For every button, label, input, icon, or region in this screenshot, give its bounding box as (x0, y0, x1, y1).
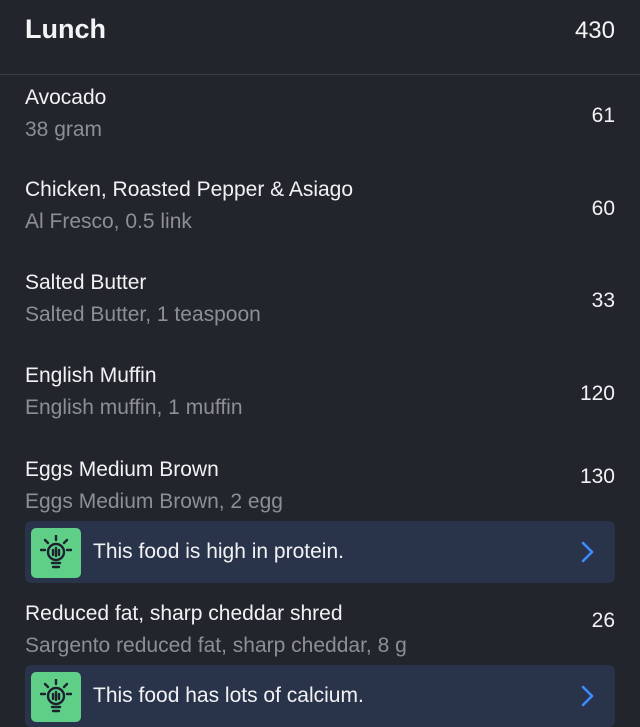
food-calories: 120 (579, 382, 615, 405)
food-calories: 33 (591, 289, 615, 312)
food-detail: Eggs Medium Brown, 2 egg (25, 490, 283, 513)
food-name: Reduced fat, sharp cheddar shred (25, 602, 343, 625)
food-insight-banner[interactable]: This food is high in protein. (25, 521, 615, 583)
food-name: Salted Butter (25, 271, 147, 294)
food-entry-butter[interactable]: Salted Butter Salted Butter, 1 teaspoon … (0, 271, 640, 351)
food-entry-avocado[interactable]: Avocado 38 gram 61 (0, 86, 640, 166)
food-detail: Sargento reduced fat, sharp cheddar, 8 g (25, 634, 407, 657)
lightbulb-icon (31, 672, 81, 722)
chevron-right-icon (581, 541, 594, 563)
food-name: Avocado (25, 86, 107, 109)
insight-text: This food has lots of calcium. (93, 684, 364, 707)
food-entry-chicken[interactable]: Chicken, Roasted Pepper & Asiago Al Fres… (0, 178, 640, 258)
food-name: Chicken, Roasted Pepper & Asiago (25, 178, 354, 201)
lightbulb-icon (31, 528, 81, 578)
food-insight-banner[interactable]: This food has lots of calcium. (25, 665, 615, 727)
meal-title: Lunch (25, 14, 106, 44)
food-calories: 61 (591, 104, 615, 127)
food-name: Eggs Medium Brown (25, 458, 219, 481)
food-name: English Muffin (25, 364, 157, 387)
food-calories: 26 (591, 609, 615, 632)
food-detail: English muffin, 1 muffin (25, 396, 243, 419)
food-detail: Al Fresco, 0.5 link (25, 210, 192, 233)
meal-header[interactable]: Lunch 430 (0, 0, 640, 75)
food-detail: Salted Butter, 1 teaspoon (25, 303, 261, 326)
food-detail: 38 gram (25, 118, 103, 141)
food-calories: 60 (591, 197, 615, 220)
insight-text: This food is high in protein. (93, 540, 344, 563)
food-entry-english-muffin[interactable]: English Muffin English muffin, 1 muffin … (0, 364, 640, 444)
food-calories: 130 (579, 465, 615, 488)
meal-total-calories: 430 (574, 17, 615, 44)
